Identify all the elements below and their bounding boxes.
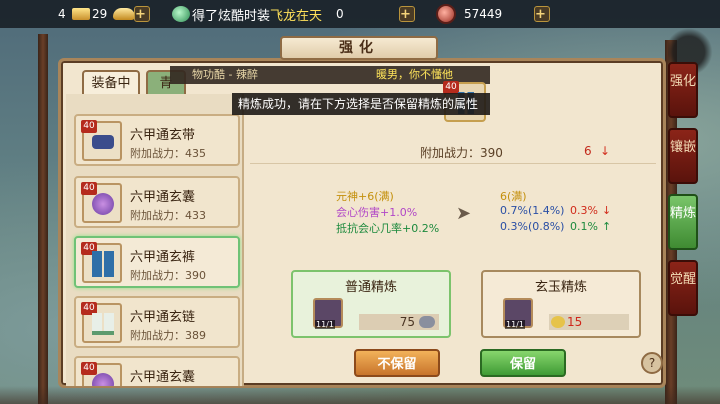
silver-ingot-icon xyxy=(419,316,435,328)
attr-label: 会心伤害+1.0% xyxy=(336,206,418,219)
item-power: 附加战力：389 xyxy=(130,329,206,342)
tab-refine[interactable]: 精炼 xyxy=(668,194,698,250)
pouch-icon xyxy=(92,193,114,215)
stone-count: 11/1 xyxy=(505,320,525,329)
add-jade-button[interactable]: + xyxy=(399,6,415,22)
attr-label: 抵抗会心几率+0.2% xyxy=(336,222,440,235)
item-thumbnail: 40 xyxy=(81,242,122,283)
attr-label: 元神+6(满) xyxy=(336,190,394,203)
level-badge: 40 xyxy=(81,362,97,375)
broadcast-left: 物功酷 - 辣醉 xyxy=(192,68,258,81)
panel-title: 强化 xyxy=(280,36,438,60)
ingot-count: 29 xyxy=(92,7,108,21)
tab-inlay[interactable]: 镶嵌 xyxy=(668,128,698,184)
top-resource-bar: 4 29 + 得了炫酷时装飞龙在天 0 + 57449 + xyxy=(0,0,720,28)
item-thumbnail: 40 xyxy=(81,362,122,386)
refine-success-toast: 精炼成功，请在下方选择是否保留精炼的属性 xyxy=(232,93,490,115)
pouch-icon xyxy=(92,373,114,386)
attr-new-value: 0.3%(0.8%) xyxy=(500,220,565,233)
item-thumbnail: 40 xyxy=(81,120,122,161)
item-name: 六甲通玄链 xyxy=(130,310,196,325)
help-button[interactable]: ? xyxy=(641,352,663,374)
attr-new-value: 0.7%(1.4%) xyxy=(500,204,565,217)
tab-enhance[interactable]: 强化 xyxy=(668,62,698,118)
jade-count: 0 xyxy=(336,7,344,21)
down-arrow-icon: ↓ xyxy=(602,204,612,217)
cost-value: 75 xyxy=(399,315,415,329)
footer-decoration xyxy=(0,386,720,404)
item-power: 附加战力：435 xyxy=(130,147,206,160)
item-thumbnail: 40 xyxy=(81,182,122,223)
boots-icon xyxy=(92,313,114,335)
refine-cost: 75 xyxy=(359,314,439,330)
list-item[interactable]: 40 六甲通玄囊 xyxy=(74,356,240,386)
marquee-highlight: 飞龙在天 xyxy=(270,8,323,24)
discard-button[interactable]: 不保留 xyxy=(354,349,440,377)
up-arrow-icon: ↑ xyxy=(602,220,612,233)
gold-counter: 4 xyxy=(58,4,90,24)
ordinary-refine-option[interactable]: 普通精炼 11/1 75 xyxy=(291,270,451,338)
coin-counter: 57449 xyxy=(436,4,502,24)
item-thumbnail: 40 xyxy=(81,302,122,343)
list-item[interactable]: 40 六甲通玄链 附加战力：389 xyxy=(74,296,240,348)
list-item[interactable]: 40 六甲通玄带 附加战力：435 xyxy=(74,114,240,166)
gold-coin-icon xyxy=(551,316,565,328)
broadcast-right: 暖男，你不懂他 xyxy=(376,68,453,81)
cost-value: 15 xyxy=(567,315,583,329)
chat-broadcast-strip: 物功酷 - 辣醉 暖男，你不懂他 xyxy=(170,66,490,84)
tab-awaken[interactable]: 觉醒 xyxy=(668,260,698,316)
stone-count: 11/1 xyxy=(315,320,335,329)
power-change: 6 xyxy=(584,144,592,158)
item-name: 六甲通玄囊 xyxy=(130,370,196,385)
item-name: 六甲通玄囊 xyxy=(130,190,196,205)
jade-counter: 得了炫酷时装飞龙在天 0 xyxy=(172,4,344,24)
ingot-icon xyxy=(113,8,136,20)
refine-cost: 15 xyxy=(549,314,629,330)
arrow-right-icon: ➤ xyxy=(456,203,472,224)
list-item-selected[interactable]: 40 六甲通玄裤 附加战力：390 xyxy=(74,236,240,288)
down-arrow-icon: ↓ xyxy=(600,144,611,158)
add-coin-button[interactable]: + xyxy=(534,6,550,22)
attr-new-value: 6(满) xyxy=(500,190,527,203)
item-power: 附加战力：433 xyxy=(130,209,206,222)
attr-change: 0.1% xyxy=(570,220,598,233)
jade-refine-option[interactable]: 玄玉精炼 11/1 15 xyxy=(481,270,641,338)
pants-icon xyxy=(92,251,114,277)
refine-title: 玄玉精炼 xyxy=(534,280,587,295)
coin-icon xyxy=(436,4,456,24)
power-label: 附加战力：390 xyxy=(420,146,503,160)
broadcast-marquee: 得了炫酷时装飞龙在天 xyxy=(192,5,322,24)
item-name: 六甲通玄带 xyxy=(130,128,196,143)
tab-equipped[interactable]: 装备中 xyxy=(82,70,140,96)
list-item[interactable]: 40 六甲通玄囊 附加战力：433 xyxy=(74,176,240,228)
belt-icon xyxy=(92,135,114,149)
jade-icon xyxy=(172,6,190,22)
level-badge: 40 xyxy=(81,182,97,195)
refine-title: 普通精炼 xyxy=(344,280,397,295)
keep-button[interactable]: 保留 xyxy=(480,349,566,377)
ingot-counter: 29 xyxy=(92,4,136,24)
item-power: 附加战力：390 xyxy=(130,269,206,282)
power-summary: 附加战力：390 6 ↓ xyxy=(250,140,656,164)
attr-change: 0.3% xyxy=(570,204,598,217)
add-ingot-button[interactable]: + xyxy=(134,6,150,22)
coin-count: 57449 xyxy=(464,7,503,21)
equipment-list[interactable]: 40 六甲通玄带 附加战力：435 40 六甲通玄囊 附加战力：433 40 六… xyxy=(66,94,244,386)
item-name: 六甲通玄裤 xyxy=(130,250,196,265)
gold-count: 4 xyxy=(58,7,66,21)
gold-bar-icon xyxy=(71,8,90,20)
left-pillar-decoration xyxy=(38,34,48,404)
marquee-text: 得了炫酷时装 xyxy=(192,8,271,24)
level-badge: 40 xyxy=(81,120,97,133)
